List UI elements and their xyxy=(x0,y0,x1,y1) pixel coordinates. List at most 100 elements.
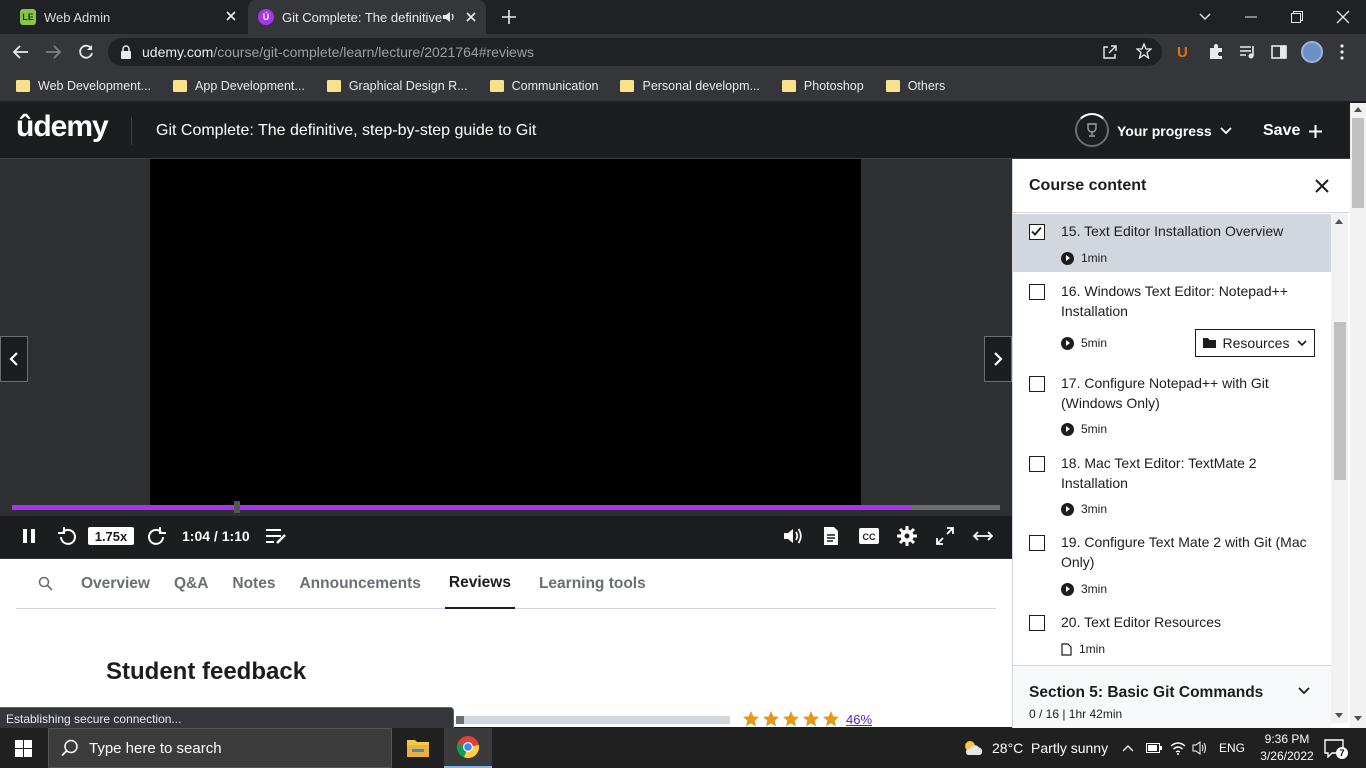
chrome-menu-icon[interactable] xyxy=(1340,44,1344,60)
ublock-extension-icon[interactable]: U xyxy=(1177,44,1188,61)
close-window-icon[interactable] xyxy=(1320,0,1366,34)
pause-icon[interactable] xyxy=(20,524,38,548)
your-progress-button[interactable]: Your progress xyxy=(1117,123,1232,139)
side-panel-icon[interactable] xyxy=(1271,44,1287,60)
video-frame[interactable] xyxy=(150,159,861,505)
scroll-down-icon[interactable] xyxy=(1335,713,1343,718)
tab-qa[interactable]: Q&A xyxy=(174,559,208,609)
lecture-duration: 3min xyxy=(1061,582,1107,596)
resources-dropdown[interactable]: Resources xyxy=(1195,329,1315,357)
lecture-checkbox[interactable] xyxy=(1029,376,1045,392)
lecture-checkbox[interactable] xyxy=(1029,615,1045,631)
close-tab-icon[interactable] xyxy=(224,9,238,23)
tab-reviews[interactable]: Reviews xyxy=(444,559,515,609)
notification-center-icon[interactable]: 7 xyxy=(1324,738,1348,759)
scroll-down-icon[interactable] xyxy=(1354,716,1362,721)
add-note-icon[interactable] xyxy=(264,524,288,548)
lecture-checkbox[interactable] xyxy=(1029,535,1045,551)
previous-lecture-button[interactable] xyxy=(0,336,28,382)
audio-playing-icon[interactable] xyxy=(442,10,456,24)
volume-icon[interactable] xyxy=(782,524,804,548)
save-button[interactable]: Save xyxy=(1263,122,1323,140)
weather-widget[interactable]: 28°C Partly sunny xyxy=(962,728,1108,768)
bookmark-folder[interactable]: Web Development... xyxy=(16,79,151,93)
lock-icon[interactable] xyxy=(120,45,132,59)
resources-label: Resources xyxy=(1222,335,1290,351)
next-lecture-button[interactable] xyxy=(984,336,1012,382)
minimize-icon[interactable] xyxy=(1228,0,1274,34)
lecture-item[interactable]: 20. Text Editor Resources 1min xyxy=(1013,604,1331,665)
profile-avatar[interactable] xyxy=(1301,41,1323,63)
lecture-checkbox[interactable] xyxy=(1029,284,1045,300)
lecture-item[interactable]: 17. Configure Notepad++ with Git (Window… xyxy=(1013,364,1331,444)
folder-icon xyxy=(173,79,188,92)
address-bar[interactable]: udemy.com/course/git-complete/learn/lect… xyxy=(108,38,1162,66)
media-control-icon[interactable] xyxy=(1239,44,1257,60)
show-hidden-icons[interactable] xyxy=(1122,728,1134,768)
browser-status-bar: Establishing secure connection... xyxy=(0,707,454,728)
bookmark-folder[interactable]: Communication xyxy=(489,79,598,93)
sidebar-scrollbar-thumb[interactable] xyxy=(1334,322,1346,480)
new-tab-icon[interactable] xyxy=(500,8,518,26)
captions-icon[interactable]: CC xyxy=(856,524,882,548)
chrome-taskbar-icon[interactable] xyxy=(444,728,492,768)
wifi-icon[interactable] xyxy=(1170,728,1186,768)
expand-width-icon[interactable] xyxy=(972,524,994,548)
volume-tray-icon[interactable] xyxy=(1192,728,1208,768)
forward-icon[interactable] xyxy=(44,43,62,61)
lecture-item[interactable]: 19. Configure Text Mate 2 with Git (Mac … xyxy=(1013,524,1331,604)
scroll-up-icon[interactable] xyxy=(1335,219,1343,224)
rating-percent-link[interactable]: 46% xyxy=(846,712,872,727)
file-explorer-icon[interactable] xyxy=(406,738,430,758)
fullscreen-icon[interactable] xyxy=(934,524,956,548)
settings-gear-icon[interactable] xyxy=(896,524,918,548)
browser-tab-git-complete[interactable]: Ú Git Complete: The definitive, xyxy=(248,0,486,34)
search-icon[interactable] xyxy=(38,576,53,591)
share-icon[interactable] xyxy=(1102,44,1118,60)
udemy-logo[interactable]: ûdemy xyxy=(16,110,109,144)
scroll-up-icon[interactable] xyxy=(1354,107,1362,112)
tab-learning-tools[interactable]: Learning tools xyxy=(539,559,646,609)
lecture-duration: 1min xyxy=(1061,642,1105,656)
bookmark-folder[interactable]: App Development... xyxy=(173,79,305,93)
forward-icon[interactable] xyxy=(146,524,168,548)
completed-checkbox[interactable] xyxy=(1029,224,1045,240)
close-icon[interactable] xyxy=(1315,179,1329,193)
transcript-icon[interactable] xyxy=(820,524,842,548)
tab-notes[interactable]: Notes xyxy=(232,559,275,609)
windows-start-icon[interactable] xyxy=(15,740,32,757)
bookmark-folder[interactable]: Others xyxy=(885,79,945,93)
star-icon xyxy=(763,711,779,727)
tab-overview[interactable]: Overview xyxy=(81,559,150,609)
bookmark-folder[interactable]: Personal developm... xyxy=(620,79,760,93)
page-scrollbar-thumb[interactable] xyxy=(1352,118,1364,208)
tab-announcements[interactable]: Announcements xyxy=(299,559,420,609)
bookmark-folder[interactable]: Photoshop xyxy=(781,79,864,93)
section-meta: 0 / 16 | 1hr 42min xyxy=(1029,707,1123,721)
rewind-icon[interactable] xyxy=(56,524,78,548)
lecture-item[interactable]: 18. Mac Text Editor: TextMate 2 Installa… xyxy=(1013,444,1331,524)
course-title[interactable]: Git Complete: The definitive, step-by-st… xyxy=(156,122,536,140)
taskbar-search[interactable]: Type here to search xyxy=(48,728,392,768)
bookmark-star-icon[interactable] xyxy=(1136,43,1152,59)
back-icon[interactable] xyxy=(12,43,30,61)
chevron-down-icon[interactable] xyxy=(1298,687,1310,695)
lecture-checkbox[interactable] xyxy=(1029,456,1045,472)
chevron-right-icon xyxy=(993,351,1003,367)
extensions-puzzle-icon[interactable] xyxy=(1207,43,1225,61)
playback-speed-button[interactable]: 1.75x xyxy=(88,527,134,545)
progress-marker[interactable] xyxy=(234,501,240,513)
reload-icon[interactable] xyxy=(77,43,95,61)
browser-tab-web-admin[interactable]: LE Web Admin xyxy=(8,0,248,34)
svg-text:CC: CC xyxy=(863,532,876,542)
input-language[interactable]: ENG xyxy=(1219,728,1245,768)
restore-icon[interactable] xyxy=(1274,0,1320,34)
section-title: Section 5: Basic Git Commands xyxy=(1029,684,1264,701)
bookmark-folder[interactable]: Graphical Design R... xyxy=(326,79,468,93)
lecture-item[interactable]: 15. Text Editor Installation Overview 1m… xyxy=(1013,214,1331,272)
clock[interactable]: 9:36 PM 3/26/2022 xyxy=(1256,731,1318,765)
battery-icon[interactable] xyxy=(1146,728,1162,768)
rating-distribution-bar[interactable] xyxy=(456,716,730,724)
tab-search-icon[interactable] xyxy=(1182,0,1228,34)
close-tab-icon[interactable] xyxy=(464,10,478,24)
